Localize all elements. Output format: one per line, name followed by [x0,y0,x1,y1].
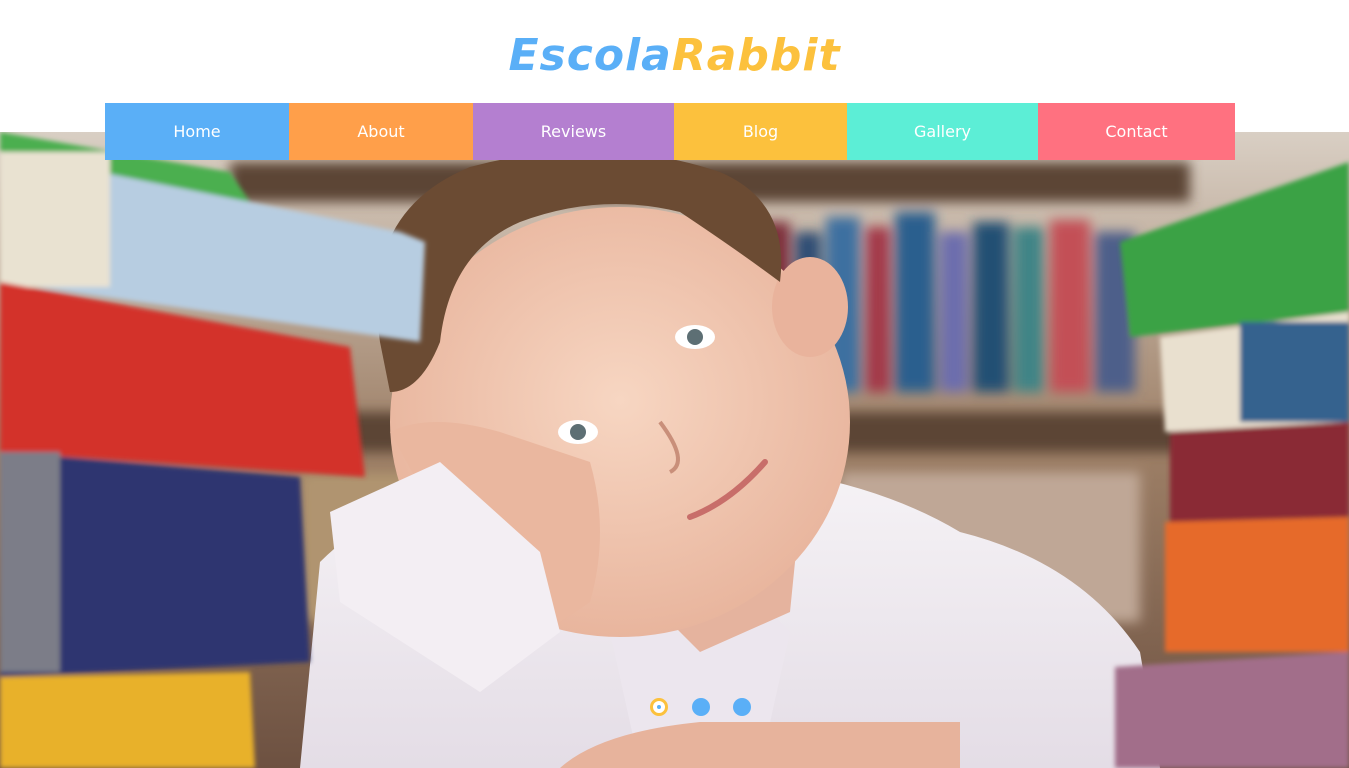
main-nav: Home About Reviews Blog Gallery Contact [105,103,1235,160]
logo-part-escola: Escola [508,30,672,81]
slider-dot-1[interactable] [650,698,668,716]
nav-gallery[interactable]: Gallery [847,103,1038,160]
site-logo[interactable]: EscolaRabbit [0,28,1349,84]
slider-dot-2[interactable] [692,698,710,716]
nav-contact[interactable]: Contact [1038,103,1235,160]
slider-dot-3[interactable] [733,698,751,716]
nav-home[interactable]: Home [105,103,289,160]
hero-slider[interactable] [0,132,1349,768]
nav-about[interactable]: About [289,103,473,160]
hero-photo [0,132,1349,768]
logo-part-rabbit: Rabbit [671,30,841,81]
nav-reviews[interactable]: Reviews [473,103,674,160]
nav-blog[interactable]: Blog [674,103,847,160]
